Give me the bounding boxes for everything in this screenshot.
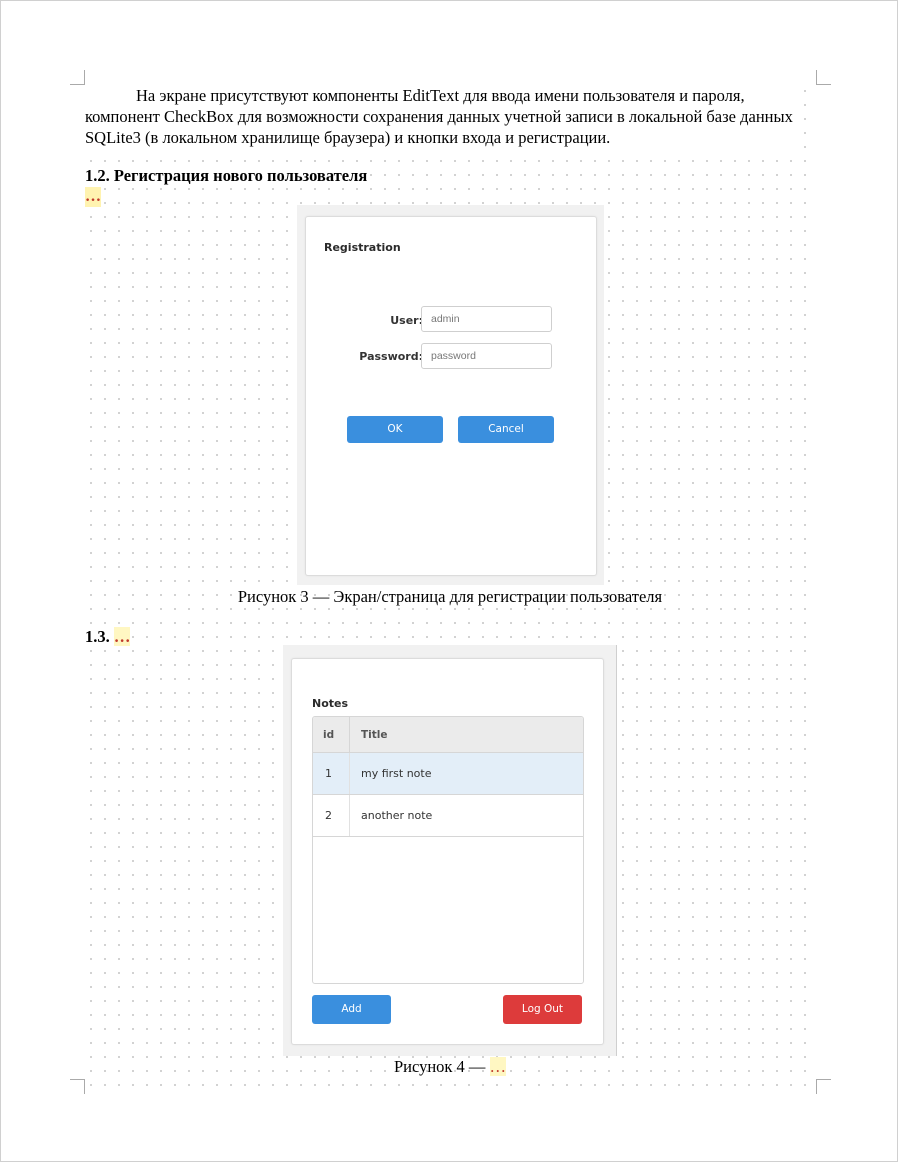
row-divider bbox=[349, 795, 350, 836]
notes-title: Notes bbox=[312, 697, 349, 710]
ok-button[interactable]: OK bbox=[347, 416, 443, 443]
registration-card: Registration User: Password: OK Cancel bbox=[305, 216, 597, 576]
table-row[interactable]: 2 another note bbox=[313, 795, 583, 837]
row-title: another note bbox=[361, 809, 433, 822]
row-title: my first note bbox=[361, 767, 432, 780]
user-label: User: bbox=[390, 314, 423, 327]
figure-3-caption: Рисунок 3 — Экран/страница для регистрац… bbox=[237, 587, 663, 606]
row-id: 2 bbox=[325, 809, 332, 822]
column-divider bbox=[349, 717, 350, 752]
column-header-id[interactable]: id bbox=[323, 729, 334, 741]
placeholder-text-1-2: … bbox=[85, 187, 101, 207]
margin-corner-top-left bbox=[70, 70, 85, 85]
placeholder-text-fig4: … bbox=[489, 1057, 507, 1076]
body-paragraph: На экране присутствуют компоненты EditTe… bbox=[85, 85, 800, 148]
registration-screenshot: Registration User: Password: OK Cancel bbox=[297, 205, 604, 585]
column-header-title[interactable]: Title bbox=[361, 729, 388, 741]
section-number-1-3: 1.3. bbox=[85, 627, 110, 646]
margin-corner-bottom-left bbox=[70, 1079, 85, 1094]
registration-title: Registration bbox=[324, 241, 401, 254]
cancel-button[interactable]: Cancel bbox=[458, 416, 554, 443]
margin-corner-top-right bbox=[816, 70, 831, 85]
notes-screenshot: Notes id Title 1 my first note 2 another… bbox=[283, 645, 617, 1056]
password-label: Password: bbox=[359, 350, 423, 363]
password-input[interactable] bbox=[421, 343, 552, 369]
user-input[interactable] bbox=[421, 306, 552, 332]
row-divider bbox=[349, 753, 350, 794]
margin-corner-bottom-right bbox=[816, 1079, 831, 1094]
section-heading-1-2: 1.2. Регистрация нового пользователя bbox=[85, 166, 368, 186]
figure-4-caption-prefix: Рисунок 4 — bbox=[393, 1057, 486, 1076]
add-button[interactable]: Add bbox=[312, 995, 391, 1024]
notes-table: id Title 1 my first note 2 another note bbox=[312, 716, 584, 984]
figure-4-caption: Рисунок 4 — … bbox=[85, 1057, 815, 1077]
table-row[interactable]: 1 my first note bbox=[313, 753, 583, 795]
placeholder-text-1-3: … bbox=[113, 627, 131, 646]
row-id: 1 bbox=[325, 767, 332, 780]
notes-card: Notes id Title 1 my first note 2 another… bbox=[291, 658, 604, 1045]
logout-button[interactable]: Log Out bbox=[503, 995, 582, 1024]
notes-table-header: id Title bbox=[313, 717, 583, 753]
section-heading-1-3: 1.3. … bbox=[85, 627, 131, 647]
